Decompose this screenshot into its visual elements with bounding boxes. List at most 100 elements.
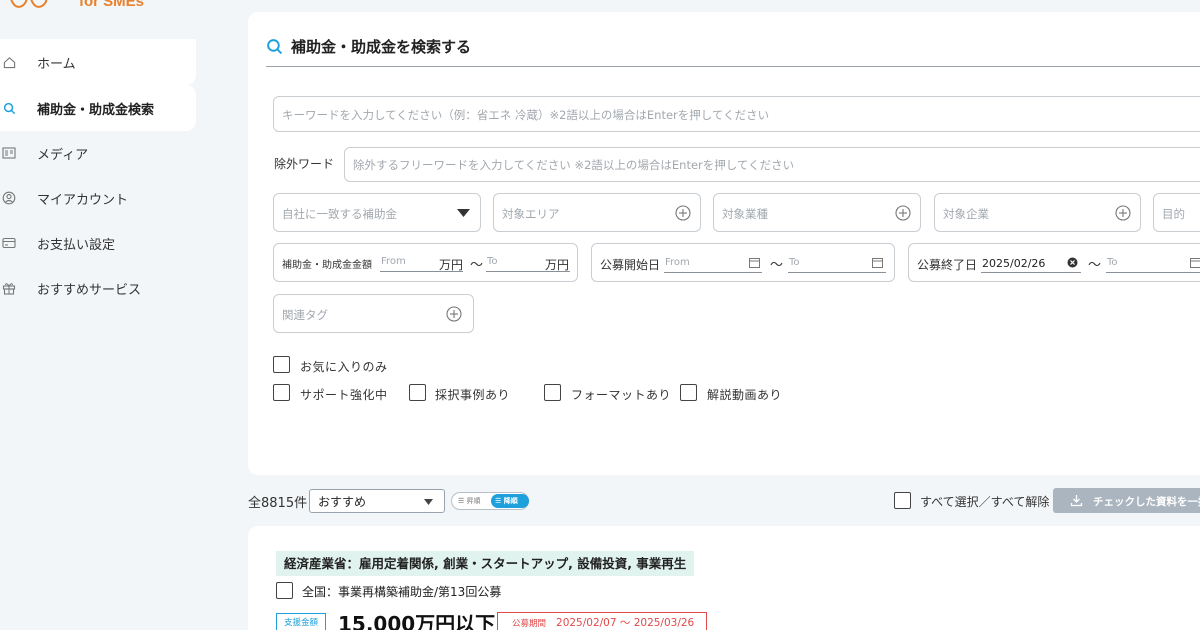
company-label: 対象企業 [943,207,989,221]
video-checkbox[interactable] [680,384,697,401]
order-desc-label: 降順 [503,497,518,505]
end-from-underline [981,272,1081,273]
order-toggle[interactable]: ☰ 昇順 ☰ 降順 [451,492,529,510]
result-title[interactable]: 全国：事業再構築補助金/第13回公募 [302,583,501,600]
start-date-range: 公募開始日 From 〜 To [591,243,895,282]
order-asc[interactable]: ☰ 昇順 [458,496,481,506]
support-label: サポート強化中 [300,388,388,402]
sidebar-item-label: マイアカウント [37,192,129,208]
caret-down-icon [457,209,470,217]
page-title: 補助金・助成金を検索する [291,38,472,56]
exclude-input[interactable]: 除外するフリーワードを入力してください ※2語以上の場合はEnterを押してくだ… [344,147,1200,182]
keyword-input[interactable]: キーワードを入力してください（例：省エネ 冷蔵）※2語以上の場合はEnterを押… [273,96,1200,132]
end-to-input[interactable]: To [1107,257,1118,268]
card-icon [2,236,16,250]
search-panel: 補助金・助成金を検索する キーワードを入力してください（例：省エネ 冷蔵）※2語… [248,12,1200,475]
sidebar: for SMEs ホーム 補助金・助成金検索 メディア マイアカウント お支払い… [0,0,197,630]
sidebar-item-label: 補助金・助成金検索 [37,102,155,118]
favorites-label: お気に入りのみ [300,360,388,374]
plus-circle-icon [446,306,462,322]
purpose-label: 目的 [1162,207,1185,221]
search-icon [267,39,283,55]
industry-label: 対象業種 [722,207,768,221]
order-desc[interactable]: ☰ 降順 [491,494,529,508]
media-icon [2,146,16,160]
bulk-download-button[interactable]: チェックした資料を一括 [1053,488,1200,513]
sort-value: おすすめ [318,495,367,509]
sidebar-item-label: ホーム [37,56,76,72]
period-label: 公募期間 [512,619,547,629]
sidebar-item-payment[interactable]: お支払い設定 [0,220,196,266]
period-value: 2025/02/07 〜 2025/03/26 [556,617,695,629]
end-date-label: 公募終了日 [917,258,978,272]
amount-to-input[interactable]: To [487,256,498,267]
match-select-label: 自社に一致する補助金 [282,207,397,221]
end-date-range: 公募終了日 2025/02/26 〜 To [908,243,1200,282]
bulk-download-label: チェックした資料を一括 [1093,496,1200,508]
company-select[interactable]: 対象企業 [934,193,1141,232]
caret-down-icon [424,499,433,505]
logo-text: for SMEs [79,0,145,10]
format-label: フォーマットあり [571,388,672,402]
calendar-icon[interactable] [1190,257,1200,268]
download-icon [1070,495,1083,507]
sidebar-item-label: お支払い設定 [37,237,116,253]
result-count: 全8815件 [248,496,308,511]
sidebar-item-home[interactable]: ホーム [0,39,196,85]
video-label: 解説動画あり [707,388,783,402]
period-badge: 公募期間 2025/02/07 〜 2025/03/26 [497,612,707,630]
sidebar-item-media[interactable]: メディア [0,130,196,176]
support-checkbox[interactable] [273,384,290,401]
sidebar-item-label: おすすめサービス [37,282,142,298]
plus-circle-icon [895,205,911,221]
amount-label: 補助金・助成金金額 [282,260,372,271]
area-label: 対象エリア [502,207,560,221]
start-to-input[interactable]: To [789,257,800,268]
plus-circle-icon [675,205,691,221]
area-select[interactable]: 対象エリア [493,193,701,232]
start-to-underline [788,272,886,273]
category-tags: 経済産業省：雇用定着関係, 創業・スタートアップ, 設備投資, 事業再生 [276,551,695,576]
calendar-icon[interactable] [872,257,883,268]
related-tag-label: 関連タグ [282,308,328,322]
related-tag-select[interactable]: 関連タグ [273,294,474,333]
amount-from-input[interactable]: From [381,256,406,267]
plus-circle-icon [1115,205,1131,221]
order-asc-label: 昇順 [466,497,481,505]
tilde: 〜 [770,258,784,273]
start-from-input[interactable]: From [665,257,690,268]
favorites-checkbox[interactable] [273,356,290,373]
exclude-placeholder: 除外するフリーワードを入力してください ※2語以上の場合はEnterを押してくだ… [353,158,795,172]
sidebar-item-account[interactable]: マイアカウント [0,175,196,221]
purpose-select[interactable]: 目的 [1153,193,1200,232]
adoption-label: 採択事例あり [435,388,511,402]
search-icon [2,101,16,115]
amount-from-underline [380,271,463,272]
sort-select[interactable]: おすすめ [309,489,445,513]
industry-select[interactable]: 対象業種 [713,193,921,232]
exclude-label: 除外ワード [274,157,335,171]
keyword-placeholder: キーワードを入力してください（例：省エネ 冷蔵）※2語以上の場合はEnterを押… [282,108,770,122]
result-card: 経済産業省：雇用定着関係, 創業・スタートアップ, 設備投資, 事業再生 全国：… [248,526,1200,630]
sidebar-item-label: メディア [37,147,89,163]
match-select[interactable]: 自社に一致する補助金 [273,193,481,232]
amount-to-underline [486,271,570,272]
sidebar-item-services[interactable]: おすすめサービス [0,265,196,311]
home-icon [2,55,16,69]
result-checkbox[interactable] [276,582,293,599]
clear-icon[interactable] [1067,257,1078,268]
sidebar-item-search[interactable]: 補助金・助成金検索 [0,85,196,131]
end-to-underline [1106,272,1200,273]
format-checkbox[interactable] [544,384,561,401]
start-date-label: 公募開始日 [600,258,661,272]
end-from-input[interactable]: 2025/02/26 [982,257,1045,270]
adoption-checkbox[interactable] [409,384,426,401]
start-from-underline [664,272,762,273]
calendar-icon[interactable] [749,257,760,268]
user-icon [2,191,16,205]
logo-mark-icon [10,0,48,8]
tilde: 〜 [1088,258,1102,273]
search-panel-title: 補助金・助成金を検索する [266,36,471,57]
gift-icon [2,281,16,295]
select-all-checkbox[interactable] [894,492,911,509]
